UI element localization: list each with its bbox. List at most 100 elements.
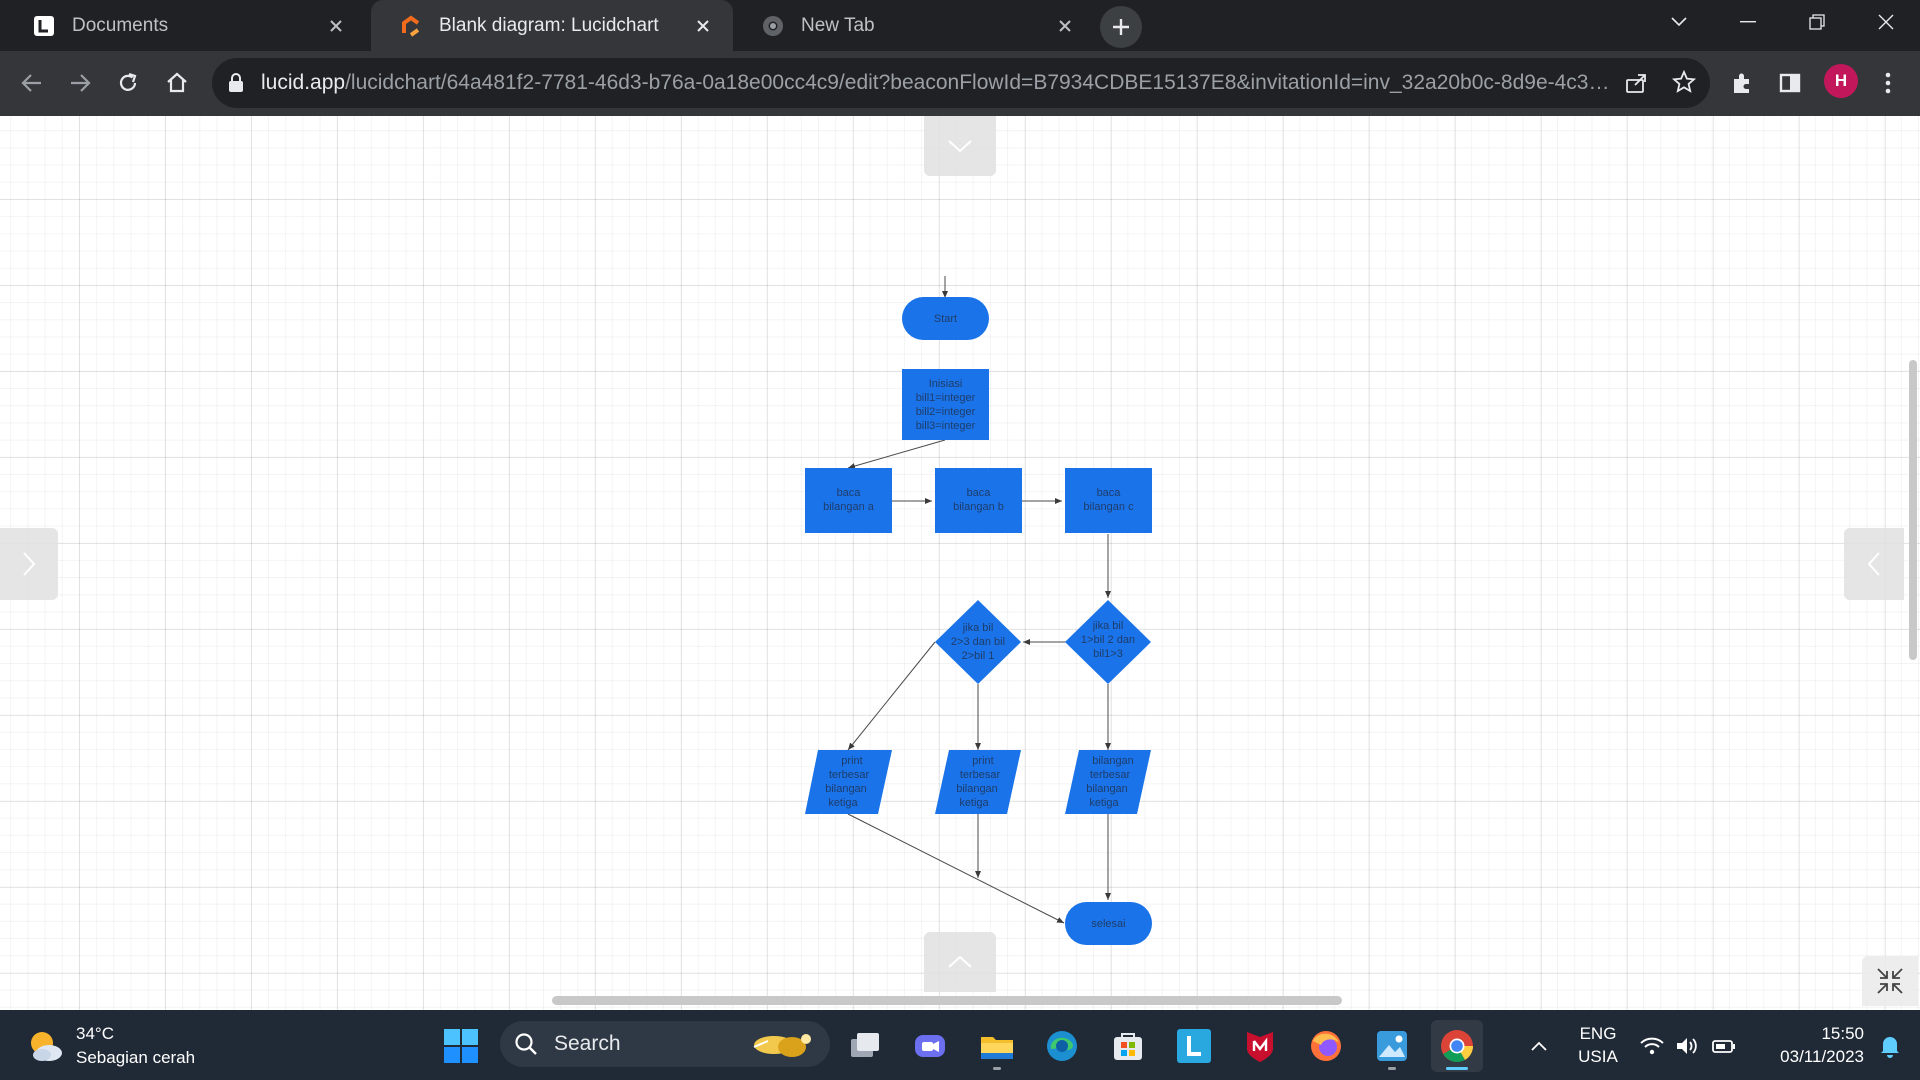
- volume-icon: [1677, 1038, 1697, 1054]
- forward-button[interactable]: [60, 63, 100, 103]
- quick-settings-button[interactable]: [1632, 1020, 1744, 1072]
- node-read-a-line-2: bilangan a: [823, 501, 875, 513]
- arrow-left-icon: [21, 74, 41, 92]
- close-window-button[interactable]: [1851, 0, 1920, 44]
- home-button[interactable]: [157, 63, 197, 103]
- tab-title: Blank diagram: Lucidchart: [439, 14, 659, 36]
- weather-temperature: 34°C: [76, 1024, 114, 1043]
- node-read-a-line-1: baca: [837, 487, 862, 499]
- task-view-icon: [851, 1033, 879, 1057]
- tab-search-button[interactable]: [1644, 0, 1714, 44]
- new-tab-button[interactable]: [1100, 6, 1142, 48]
- tab-lucidchart[interactable]: Blank diagram: Lucidchart: [371, 0, 733, 51]
- weather-widget[interactable]: 34°C Sebagian cerah: [26, 1022, 195, 1070]
- node-end-label: selesai: [1091, 918, 1125, 930]
- node-output-left-line-3: bilangan: [825, 783, 867, 795]
- top-panel-toggle[interactable]: [924, 116, 996, 176]
- microsoft-store-button[interactable]: [1102, 1020, 1154, 1072]
- folder-icon: [981, 1037, 1013, 1059]
- close-tab-icon[interactable]: [1053, 14, 1077, 38]
- right-panel-toggle[interactable]: [1844, 528, 1904, 600]
- home-icon: [167, 72, 187, 93]
- edge-icon: [1047, 1031, 1077, 1061]
- file-explorer-button[interactable]: [971, 1020, 1023, 1072]
- language-indicator[interactable]: ENG USIA: [1570, 1022, 1626, 1068]
- node-read-b-line-1: baca: [967, 487, 992, 499]
- start-button[interactable]: [435, 1020, 487, 1072]
- vertical-scrollbar[interactable]: [1909, 360, 1917, 660]
- node-output-right-line-1: bilangan: [1092, 755, 1134, 767]
- horizontal-scrollbar[interactable]: [552, 996, 1342, 1005]
- url-text[interactable]: lucid.app/lucidchart/64a481f2-7781-46d3-…: [261, 71, 1611, 95]
- bell-icon: [1881, 1037, 1899, 1058]
- side-panel-icon: [1779, 73, 1801, 93]
- tab-title: Documents: [72, 14, 169, 36]
- photos-icon: [1377, 1031, 1407, 1061]
- keyboard-layout: USIA: [1578, 1047, 1618, 1066]
- teams-chat-button[interactable]: [904, 1020, 956, 1072]
- close-tab-icon[interactable]: [691, 14, 715, 38]
- notifications-button[interactable]: [1868, 1020, 1912, 1072]
- node-init-line-3: bill2=integer: [916, 406, 976, 418]
- exit-fullscreen-button[interactable]: [1862, 956, 1918, 1006]
- profile-avatar[interactable]: H: [1824, 64, 1858, 98]
- tab-documents[interactable]: Documents: [4, 0, 366, 51]
- connector-init-read-a[interactable]: [847, 439, 946, 469]
- search-icon: [515, 1033, 537, 1055]
- node-output-left-line-2: terbesar: [829, 769, 870, 781]
- browser-tab-strip: Documents Blank diagram: Lucidchart New …: [0, 0, 1920, 51]
- back-button[interactable]: [12, 63, 52, 103]
- browser-toolbar: lucid.app/lucidchart/64a481f2-7781-46d3-…: [0, 51, 1920, 116]
- left-panel-toggle[interactable]: [0, 528, 58, 600]
- task-view-button[interactable]: [839, 1020, 891, 1072]
- lucid-l-icon: [1177, 1029, 1211, 1063]
- minimize-icon: [1740, 21, 1756, 23]
- node-init-line-4: bill3=integer: [916, 420, 976, 432]
- menu-button[interactable]: [1868, 63, 1908, 103]
- chevron-right-icon: [23, 552, 36, 576]
- minimize-button[interactable]: [1713, 0, 1783, 44]
- taskbar-search[interactable]: Search: [500, 1021, 830, 1067]
- node-decision-right-line-2: 1>bil 2 dan: [1081, 634, 1135, 646]
- share-icon[interactable]: [1624, 71, 1648, 95]
- kebab-menu-icon: [1885, 72, 1891, 94]
- lock-icon[interactable]: [228, 73, 244, 93]
- tab-new-tab[interactable]: New Tab: [733, 0, 1095, 51]
- running-indicator: [1388, 1067, 1396, 1070]
- chevron-down-icon: [1671, 17, 1687, 27]
- node-output-right-line-2: terbesar: [1090, 769, 1131, 781]
- bookmark-star-icon[interactable]: [1672, 70, 1696, 94]
- connector-decision-left-out-left[interactable]: [847, 641, 936, 751]
- firefox-button[interactable]: [1300, 1020, 1352, 1072]
- edge-button[interactable]: [1036, 1020, 1088, 1072]
- node-output-right-line-4: ketiga: [1089, 797, 1119, 809]
- photos-app-button[interactable]: [1366, 1020, 1418, 1072]
- partly-sunny-icon: [31, 1032, 62, 1061]
- weather-description: Sebagian cerah: [76, 1048, 196, 1067]
- lucid-doc-icon: [32, 14, 56, 38]
- windows-logo-icon: [444, 1029, 478, 1063]
- close-tab-icon[interactable]: [324, 14, 348, 38]
- node-output-left-line-4: ketiga: [828, 797, 858, 809]
- extensions-button[interactable]: [1722, 63, 1762, 103]
- reload-button[interactable]: [108, 63, 148, 103]
- active-indicator: [1446, 1067, 1468, 1070]
- restore-button[interactable]: [1782, 0, 1852, 44]
- windows-taskbar: 34°C Sebagian cerah Search ENG USIA 15:5…: [0, 1010, 1920, 1080]
- clock[interactable]: 15:50 03/11/2023: [1752, 1022, 1864, 1068]
- mcafee-button[interactable]: [1234, 1020, 1286, 1072]
- bottom-panel-toggle[interactable]: [924, 932, 996, 992]
- node-output-mid-line-2: terbesar: [960, 769, 1001, 781]
- url-path: /lucidchart/64a481f2-7781-46d3-b76a-0a18…: [345, 71, 1611, 94]
- diagram-canvas[interactable]: Start Inisiasi bill1=integer bill2=integ…: [0, 116, 1920, 1010]
- side-panel-button[interactable]: [1770, 63, 1810, 103]
- store-icon: [1114, 1033, 1142, 1060]
- chrome-icon: [761, 14, 785, 38]
- node-init-line-1: Inisiasi: [929, 378, 963, 390]
- lucid-app-button[interactable]: [1168, 1020, 1220, 1072]
- show-hidden-icons-button[interactable]: [1512, 1020, 1566, 1072]
- connector-out-left-end[interactable]: [847, 813, 1065, 924]
- chrome-taskbar-button[interactable]: [1431, 1020, 1483, 1072]
- search-highlight-icon: [753, 1034, 811, 1057]
- address-bar[interactable]: lucid.app/lucidchart/64a481f2-7781-46d3-…: [212, 58, 1710, 108]
